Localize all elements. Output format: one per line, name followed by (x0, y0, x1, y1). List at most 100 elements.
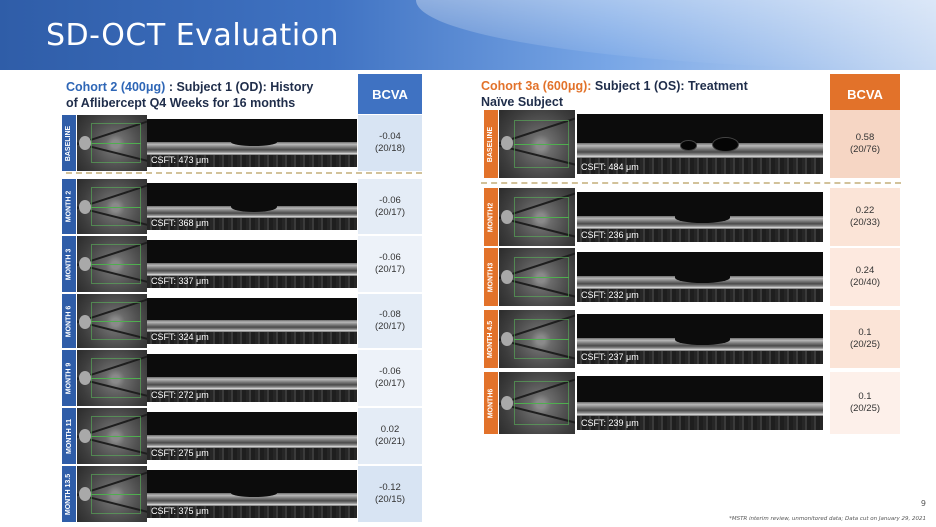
right-fundus-image (499, 372, 575, 434)
right-cohort-label: Cohort 3a (600μg): (481, 79, 592, 93)
right-timepoint-text: MONTH 4.5 (487, 320, 495, 358)
left-timepoint-label: MONTH 6 (62, 294, 76, 348)
left-bcva-cell: -0.06 (20/17) (358, 350, 422, 406)
left-bcva-logmar: -0.12 (379, 482, 401, 493)
left-bcva-header: BCVA (358, 74, 422, 114)
left-bcva-snellen: (20/18) (374, 143, 406, 154)
right-bcva-logmar: 0.22 (855, 205, 875, 216)
page-title: SD-OCT Evaluation (46, 18, 340, 53)
left-timepoint-label: MONTH 2 (62, 179, 76, 234)
right-fundus-image (499, 188, 575, 246)
right-bcva-snellen: (20/25) (849, 403, 881, 414)
left-bcva-snellen: (20/21) (374, 436, 406, 447)
left-csft-value: CSFT: 272 μm (151, 390, 209, 400)
left-bcva-cell: -0.06 (20/17) (358, 236, 422, 292)
left-fundus-image (77, 294, 147, 348)
right-cohort-title: Cohort 3a (600μg): Subject 1 (OS): Treat… (481, 78, 826, 110)
left-timepoint-label: MONTH 3 (62, 236, 76, 292)
right-oct-scan: CSFT: 484 μm (577, 114, 823, 174)
right-timepoint-label: MONTH2 (484, 188, 498, 246)
left-bcva-logmar: -0.06 (379, 194, 401, 206)
left-csft-value: CSFT: 324 μm (151, 332, 209, 342)
left-oct-scan: CSFT: 275 μm (147, 412, 357, 460)
left-bcva-snellen: (20/15) (374, 494, 406, 505)
left-bcva-cell: -0.04 (20/18) (358, 115, 422, 171)
right-bcva-snellen: (20/25) (849, 339, 881, 350)
right-bcva-snellen: (20/33) (849, 217, 881, 228)
left-oct-scan: CSFT: 324 μm (147, 298, 357, 344)
left-fundus-image (77, 115, 147, 171)
right-fundus-image (499, 110, 575, 178)
right-bcva-cell: 0.24 (20/40) (830, 248, 900, 306)
right-bcva-logmar: 0.58 (855, 132, 875, 143)
right-oct-scan: CSFT: 232 μm (577, 252, 823, 302)
left-timepoint-text: BASELINE (65, 125, 73, 161)
left-timepoint-text: MONTH 13.5 (65, 473, 73, 515)
left-csft-value: CSFT: 275 μm (151, 448, 209, 458)
right-timepoint-text: MONTH3 (487, 262, 495, 292)
left-timepoint-text: MONTH 2 (65, 190, 73, 223)
left-subject-label: : Subject 1 (OD): History (168, 80, 314, 94)
left-fundus-image (77, 466, 147, 522)
left-timepoint-text: MONTH 3 (65, 248, 73, 280)
right-bcva-logmar: 0.24 (855, 265, 875, 276)
left-csft-value: CSFT: 337 μm (151, 276, 209, 286)
right-subject-label: Subject 1 (OS): Treatment (594, 79, 748, 93)
left-subject-line2: of Aflibercept Q4 Weeks for 16 months (66, 96, 296, 110)
page-number: 9 (920, 499, 926, 508)
right-bcva-header: BCVA (830, 74, 900, 114)
right-bcva-snellen: (20/76) (849, 144, 881, 155)
left-csft-value: CSFT: 368 μm (151, 218, 209, 228)
left-timepoint-text: MONTH 6 (65, 305, 73, 337)
right-bcva-cell: 0.1 (20/25) (830, 372, 900, 434)
banner-swoosh (416, 0, 936, 70)
left-oct-scan: CSFT: 375 μm (147, 470, 357, 518)
left-oct-scan: CSFT: 368 μm (147, 183, 357, 230)
left-bcva-cell: -0.12 (20/15) (358, 466, 422, 522)
left-baseline-divider (66, 172, 422, 174)
left-bcva-snellen: (20/17) (374, 264, 406, 275)
left-bcva-cell: 0.02 (20/21) (358, 408, 422, 464)
right-csft-value: CSFT: 484 μm (581, 162, 639, 172)
right-csft-value: CSFT: 232 μm (581, 290, 639, 300)
right-bcva-logmar: 0.1 (858, 327, 872, 338)
left-bcva-logmar: -0.04 (379, 131, 401, 142)
right-timepoint-label: MONTH3 (484, 248, 498, 306)
left-bcva-snellen: (20/17) (374, 378, 406, 389)
right-baseline-divider (481, 182, 901, 184)
right-bcva-snellen: (20/40) (849, 277, 881, 288)
right-timepoint-text: BASELINE (487, 126, 495, 162)
right-bcva-cell: 0.58 (20/76) (830, 110, 900, 178)
left-oct-scan: CSFT: 473 μm (147, 119, 357, 167)
left-timepoint-label: BASELINE (62, 115, 76, 171)
left-bcva-snellen: (20/17) (374, 206, 406, 218)
right-fundus-image (499, 248, 575, 306)
footnote: *MSTR interim review, unmonitored data; … (729, 516, 926, 522)
left-csft-value: CSFT: 473 μm (151, 155, 209, 165)
right-timepoint-label: MONTH 4.5 (484, 310, 498, 368)
right-subject-line2: Naïve Subject (481, 95, 563, 109)
left-fundus-image (77, 236, 147, 292)
left-oct-scan: CSFT: 337 μm (147, 240, 357, 288)
left-cohort-title: Cohort 2 (400μg) : Subject 1 (OD): Histo… (66, 79, 358, 111)
right-oct-scan: CSFT: 236 μm (577, 192, 823, 242)
right-csft-value: CSFT: 236 μm (581, 230, 639, 240)
right-oct-scan: CSFT: 239 μm (577, 376, 823, 430)
left-bcva-cell: -0.06 (20/17) (358, 179, 422, 234)
left-bcva-cell: -0.08 (20/17) (358, 294, 422, 348)
right-csft-value: CSFT: 237 μm (581, 352, 639, 362)
left-bcva-logmar: -0.08 (379, 309, 401, 320)
right-timepoint-label: BASELINE (484, 110, 498, 178)
right-oct-scan: CSFT: 237 μm (577, 314, 823, 364)
left-bcva-logmar: -0.06 (379, 366, 401, 377)
left-timepoint-text: MONTH 11 (65, 418, 73, 454)
right-timepoint-text: MONTH2 (487, 202, 495, 232)
left-bcva-logmar: -0.06 (379, 252, 401, 263)
right-timepoint-label: MONTH6 (484, 372, 498, 434)
right-bcva-logmar: 0.1 (858, 391, 872, 402)
right-bcva-cell: 0.1 (20/25) (830, 310, 900, 368)
left-csft-value: CSFT: 375 μm (151, 506, 209, 516)
left-fundus-image (77, 179, 147, 234)
right-bcva-cell: 0.22 (20/33) (830, 188, 900, 246)
left-oct-scan: CSFT: 272 μm (147, 354, 357, 402)
